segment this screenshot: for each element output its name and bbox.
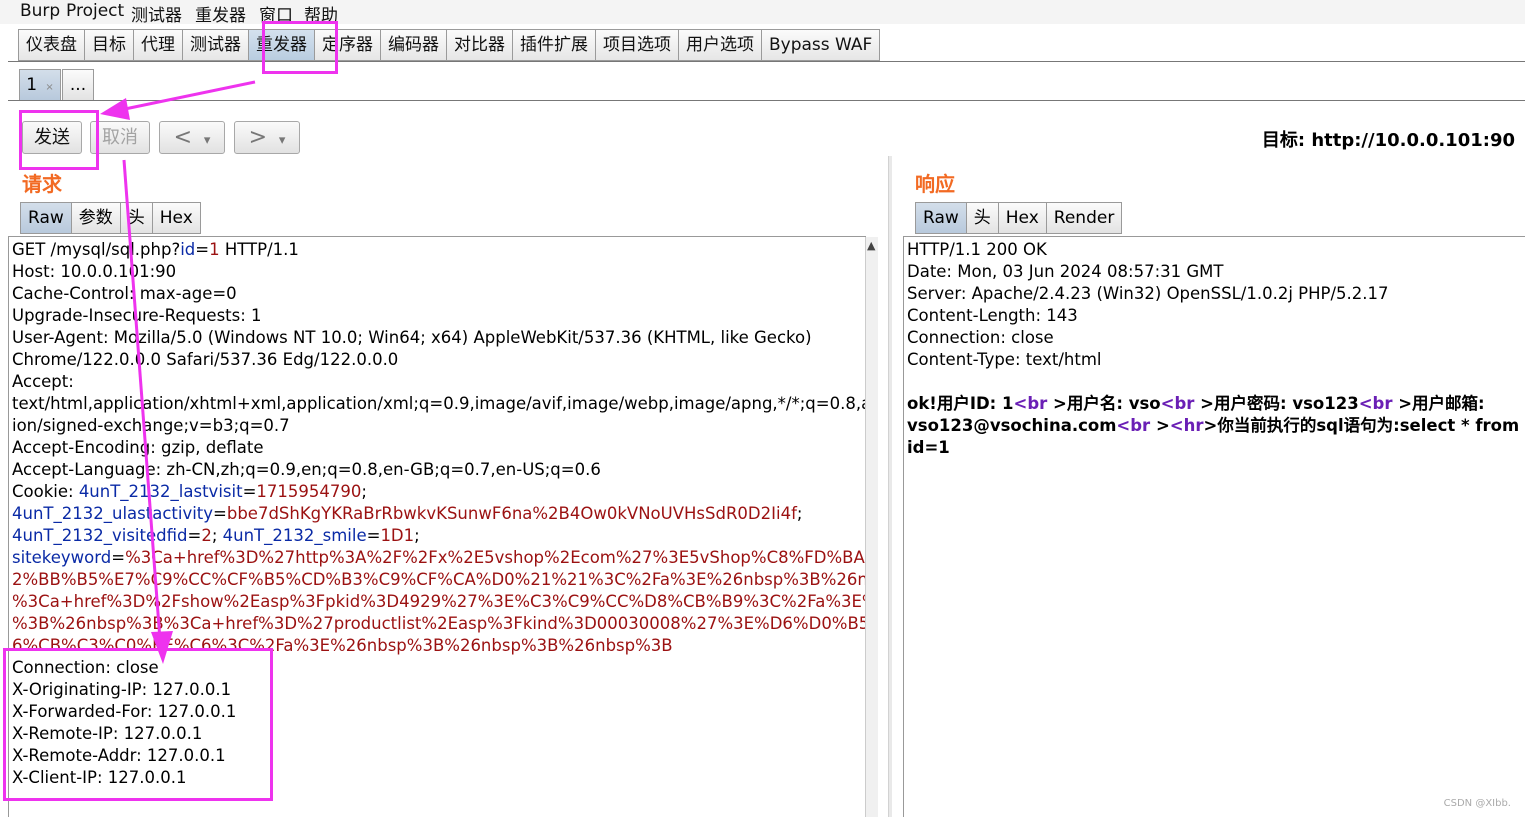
watermark: CSDN @XIbb. — [1443, 798, 1511, 809]
repeater-tab-new[interactable]: ... — [62, 69, 94, 101]
chevron-right-icon: > — [248, 125, 268, 150]
scroll-up-icon[interactable]: ▲ — [867, 239, 875, 252]
header-user-agent: User-Agent: Mozilla/5.0 (Windows NT 10.0… — [12, 328, 812, 347]
header-connection: Connection: close — [907, 328, 1054, 347]
tab-user-options[interactable]: 用户选项 — [678, 29, 761, 61]
tab-target[interactable]: 目标 — [84, 29, 133, 61]
dropdown-icon: ▾ — [203, 133, 211, 148]
cookie-sitekeyword-cont: %3Ca+href%3D%2Fshow%2Easp%3Fpkid%3D4929%… — [12, 592, 866, 611]
highlight-spoof-headers — [3, 648, 273, 801]
cookie-sitekeyword-cont: 2%BB%B5%E7%C9%CC%CF%B5%CD%B3%C9%CF%CA%D0… — [12, 570, 866, 589]
response-tab-hex[interactable]: Hex — [997, 202, 1046, 234]
highlight-send-button — [19, 110, 99, 170]
header-accept-encoding: Accept-Encoding: gzip, deflate — [12, 438, 264, 457]
cookie-sitekeyword-cont: %3B%26nbsp%3B%3Ca+href%3D%27productlist%… — [12, 614, 866, 633]
response-tab-raw[interactable]: Raw — [915, 202, 966, 234]
response-body-line: ok!用户ID: 1<br >用户名: vso<br >用户密码: vso123… — [907, 394, 1485, 413]
tab-proxy[interactable]: 代理 — [133, 29, 182, 61]
arrow-head — [100, 98, 130, 120]
menu-project[interactable]: Project — [66, 1, 124, 21]
menu-repeater[interactable]: 重发器 — [195, 1, 246, 26]
main-tab-underline — [8, 61, 1525, 62]
header-accept-value-cont: ion/signed-exchange;v=b3;q=0.7 — [12, 416, 290, 435]
header-content-length: Content-Length: 143 — [907, 306, 1078, 325]
response-tab-render[interactable]: Render — [1045, 202, 1123, 234]
request-tab-hex[interactable]: Hex — [151, 202, 201, 234]
header-accept: Accept: — [12, 372, 74, 391]
request-title: 请求 — [22, 172, 62, 196]
status-line: HTTP/1.1 200 OK — [907, 240, 1047, 259]
header-upgrade-insecure: Upgrade-Insecure-Requests: 1 — [12, 306, 262, 325]
menu-bar: Burp Project 测试器 重发器 窗口 帮助 — [0, 0, 1525, 26]
response-body-line: id=1 — [907, 438, 950, 457]
cancel-button[interactable]: 取消 — [90, 121, 150, 154]
forward-button[interactable]: > ▾ — [234, 121, 300, 154]
menu-burp[interactable]: Burp — [20, 1, 60, 21]
highlight-repeater-tab — [262, 21, 338, 74]
response-tab-headers[interactable]: 头 — [965, 202, 998, 234]
response-view-tabs: Raw 头 Hex Render — [915, 202, 1123, 234]
tab-project-options[interactable]: 项目选项 — [595, 29, 678, 61]
repeater-tab-1[interactable]: 1 × — [19, 69, 61, 101]
request-scrollbar[interactable]: ▲ — [865, 237, 878, 817]
target-url: http://10.0.0.101:90 — [1311, 130, 1515, 151]
dropdown-icon: ▾ — [278, 133, 286, 148]
response-title: 响应 — [915, 172, 955, 196]
request-view-tabs: Raw 参数 头 Hex — [20, 202, 201, 234]
target-label: 目标: — [1261, 130, 1306, 151]
main-tab-bar: 仪表盘 目标 代理 测试器 重发器 定序器 编码器 对比器 插件扩展 项目选项 … — [18, 29, 881, 62]
header-host: Host: 10.0.0.101:90 — [12, 262, 177, 281]
tab-bypass-waf[interactable]: Bypass WAF — [761, 29, 881, 61]
cookie-ulastactivity: 4unT_2132_ulastactivity=bbe7dShKgYKRaBrR… — [12, 504, 803, 523]
repeater-tab-1-label: 1 — [26, 75, 38, 95]
tab-extender[interactable]: 插件扩展 — [512, 29, 595, 61]
target-display[interactable]: 目标: http://10.0.0.101:90 — [1262, 126, 1515, 152]
sub-tab-underline — [8, 100, 1525, 101]
header-date: Date: Mon, 03 Jun 2024 08:57:31 GMT — [907, 262, 1224, 281]
request-tab-headers[interactable]: 头 — [119, 202, 152, 234]
tab-intruder[interactable]: 测试器 — [182, 29, 248, 61]
cookie-sitekeyword: sitekeyword=%3Ca+href%3D%27http%3A%2F%2F… — [12, 548, 866, 567]
cookie-visitedfid-smile: 4unT_2132_visitedfid=2; 4unT_2132_smile=… — [12, 526, 420, 545]
tab-dashboard[interactable]: 仪表盘 — [18, 29, 84, 61]
header-server: Server: Apache/2.4.23 (Win32) OpenSSL/1.… — [907, 284, 1389, 303]
header-accept-language: Accept-Language: zh-CN,zh;q=0.9,en;q=0.8… — [12, 460, 601, 479]
close-icon[interactable]: × — [45, 82, 53, 93]
header-cookie: Cookie: 4unT_2132_lastvisit=1715954790; — [12, 482, 367, 501]
request-tab-raw[interactable]: Raw — [20, 202, 71, 234]
header-user-agent-cont: Chrome/122.0.0.0 Safari/537.36 Edg/122.0… — [12, 350, 399, 369]
tab-decoder[interactable]: 编码器 — [380, 29, 446, 61]
response-viewer[interactable]: HTTP/1.1 200 OK Date: Mon, 03 Jun 2024 0… — [903, 236, 1525, 817]
request-line: GET /mysql/sql.php?id=1 HTTP/1.1 — [12, 240, 299, 259]
split-pane-divider[interactable] — [888, 156, 892, 817]
menu-intruder[interactable]: 测试器 — [131, 1, 182, 26]
tab-comparer[interactable]: 对比器 — [446, 29, 512, 61]
response-body-line: vso123@vsochina.com<br ><hr>你当前执行的sql语句为… — [907, 416, 1525, 435]
header-accept-value: text/html,application/xhtml+xml,applicat… — [12, 394, 866, 413]
request-tab-params[interactable]: 参数 — [70, 202, 120, 234]
header-cache-control: Cache-Control: max-age=0 — [12, 284, 237, 303]
arrow-line — [119, 80, 256, 112]
header-content-type: Content-Type: text/html — [907, 350, 1102, 369]
chevron-left-icon: < — [173, 125, 193, 150]
back-button[interactable]: < ▾ — [159, 121, 225, 154]
